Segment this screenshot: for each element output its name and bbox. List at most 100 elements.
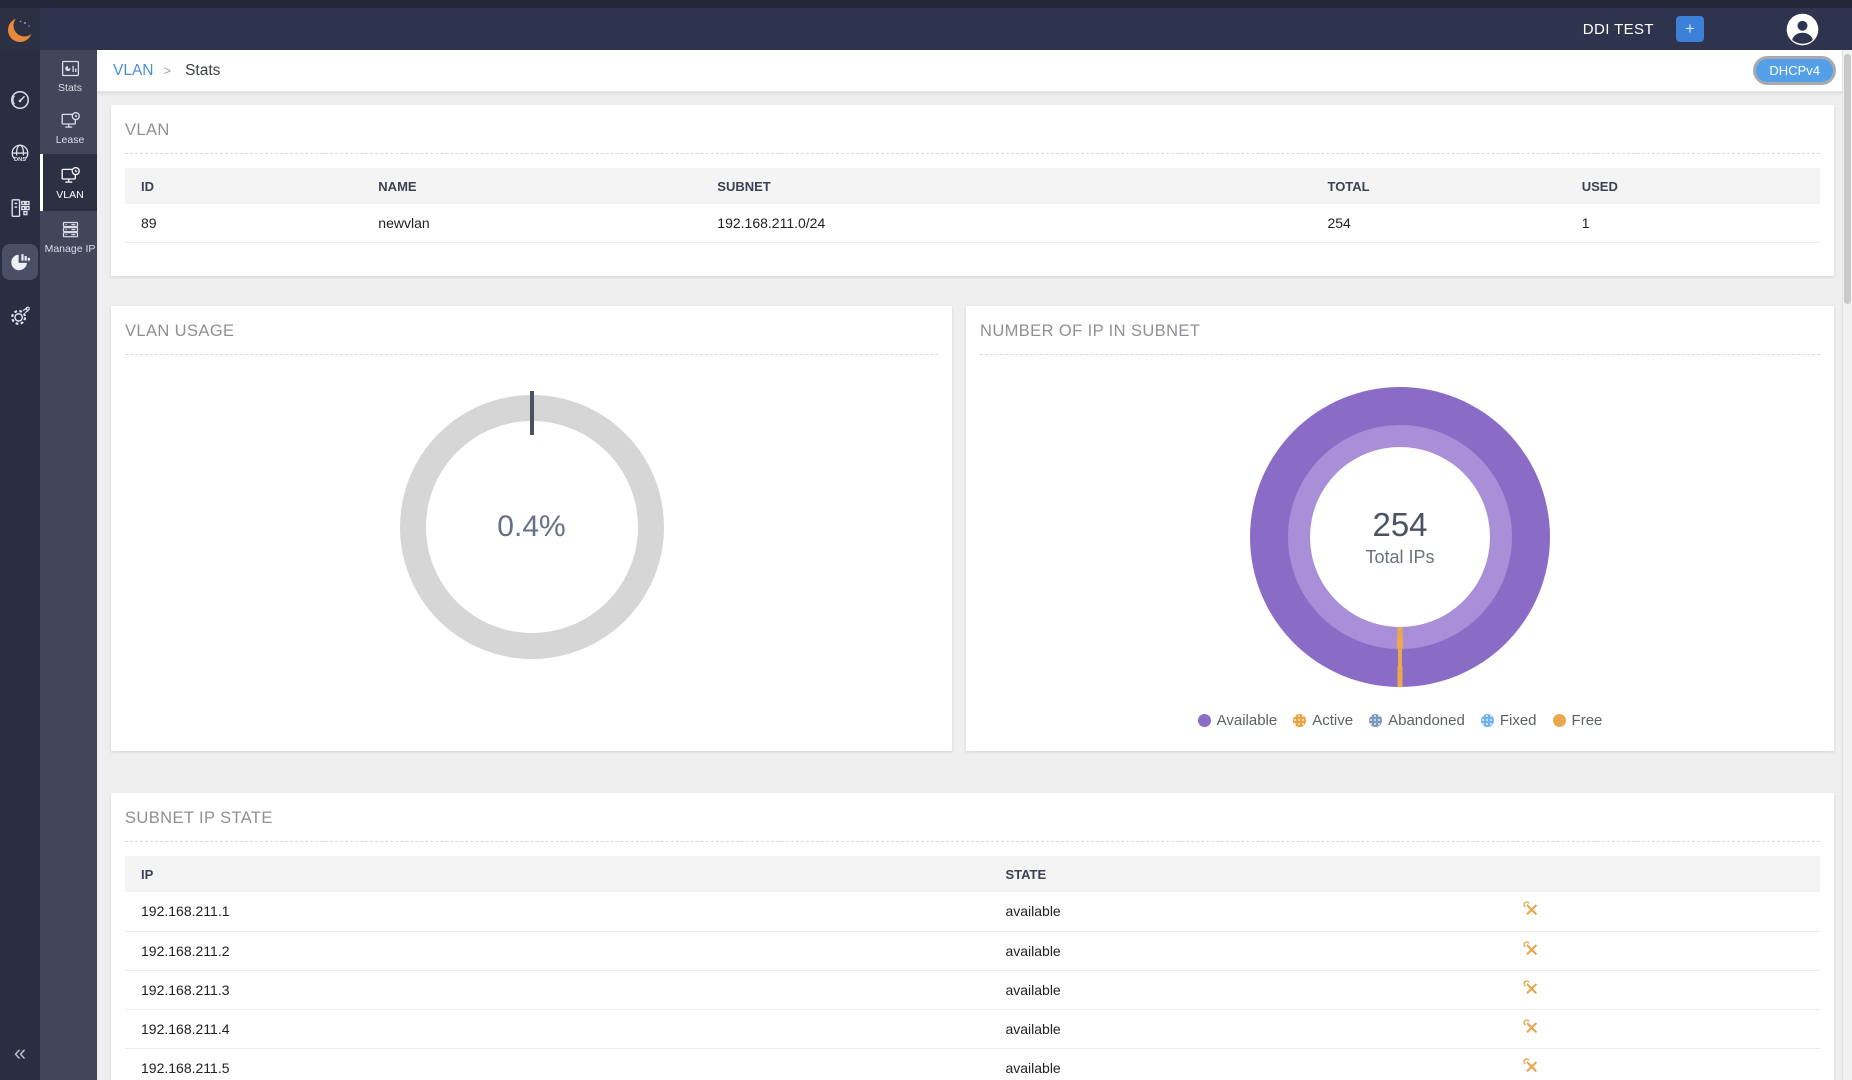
row-actions[interactable]	[1464, 1009, 1600, 1048]
ip-count-card-title: NUMBER OF IP IN SUBNET	[980, 306, 1820, 341]
main-content: VLAN > Stats DHCPv4 VLAN ID NAME SUBNET …	[97, 50, 1852, 1080]
vlan-table: ID NAME SUBNET TOTAL USED 89 newvlan 192…	[125, 168, 1820, 243]
ipam-icon	[2, 190, 38, 226]
sidebar-item-vlan[interactable]: VLAN	[40, 154, 97, 211]
legend-label: Abandoned	[1388, 712, 1465, 729]
state-cell: available	[989, 1009, 1464, 1048]
table-row[interactable]: 192.168.211.4 available	[125, 1009, 1820, 1048]
vlan-card: VLAN ID NAME SUBNET TOTAL USED 89 newvla…	[111, 105, 1834, 276]
sidebar-item-label: Lease	[56, 134, 85, 146]
legend-label: Free	[1572, 712, 1603, 729]
table-header-row: ID NAME SUBNET TOTAL USED	[125, 168, 1820, 204]
state-cell: available	[989, 931, 1464, 970]
sidebar-item-stats-page[interactable]: Stats	[40, 50, 97, 102]
row-actions[interactable]	[1464, 931, 1600, 970]
vlan-name-cell: newvlan	[362, 204, 701, 242]
vlan-id-cell: 89	[125, 204, 362, 242]
subnet-ip-state-card: SUBNET IP STATE IP STATE 192.168.211.1 a…	[111, 793, 1834, 1080]
breadcrumb-separator: >	[164, 63, 172, 78]
column-header-subnet: SUBNET	[701, 168, 1311, 204]
page-scrollbar[interactable]	[1842, 50, 1852, 1080]
row-actions[interactable]	[1464, 892, 1600, 931]
donut-legend: Available Active Abandoned Fixed	[980, 712, 1820, 729]
sidebar-item-dns[interactable]: DNS	[0, 134, 40, 174]
legend-item-active[interactable]: Active	[1293, 712, 1353, 729]
secondary-sidebar: Stats Lease	[40, 50, 97, 1080]
column-header-used: USED	[1566, 168, 1820, 204]
sidebar-item-settings[interactable]	[0, 296, 40, 336]
tools-icon[interactable]	[1523, 1019, 1540, 1036]
state-cell: available	[989, 892, 1464, 931]
usage-card-title: VLAN USAGE	[125, 306, 938, 341]
ip-cell: 192.168.211.3	[125, 970, 989, 1009]
ip-donut-chart: 254 Total IPs	[1250, 387, 1550, 687]
tools-icon[interactable]	[1523, 901, 1540, 918]
column-header-name: NAME	[362, 168, 701, 204]
legend-item-available[interactable]: Available	[1198, 712, 1278, 729]
column-header-ip: IP	[125, 856, 989, 892]
ip-cell: 192.168.211.1	[125, 892, 989, 931]
brand-logo-icon[interactable]	[6, 14, 36, 44]
legend-dot-available	[1198, 714, 1211, 727]
sidebar-item-ipam[interactable]	[0, 188, 40, 228]
breadcrumb: VLAN > Stats DHCPv4	[97, 50, 1852, 92]
sidebar-item-stats[interactable]	[0, 242, 40, 282]
state-cell: available	[989, 970, 1464, 1009]
breadcrumb-parent-link[interactable]: VLAN	[113, 62, 154, 80]
legend-item-fixed[interactable]: Fixed	[1481, 712, 1537, 729]
table-row[interactable]: 192.168.211.3 available	[125, 970, 1820, 1009]
top-strip	[0, 0, 1852, 8]
dashboard-icon	[2, 82, 38, 118]
tools-icon[interactable]	[1523, 1058, 1540, 1075]
legend-dot-active	[1293, 714, 1306, 727]
tools-icon[interactable]	[1523, 980, 1540, 997]
table-row[interactable]: 192.168.211.2 available	[125, 931, 1820, 970]
ip-cell: 192.168.211.2	[125, 931, 989, 970]
row-actions[interactable]	[1464, 1048, 1600, 1080]
donut-total-value: 254	[1372, 506, 1427, 544]
legend-dot-fixed	[1481, 714, 1494, 727]
legend-item-free[interactable]: Free	[1553, 712, 1603, 729]
breadcrumb-current: Stats	[185, 62, 220, 80]
legend-dot-free	[1553, 714, 1566, 727]
column-header-state: STATE	[989, 856, 1464, 892]
sidebar-item-label: VLAN	[56, 189, 83, 201]
sidebar-collapse-button[interactable]: «	[0, 1040, 40, 1066]
sidebar-item-dashboard[interactable]	[0, 80, 40, 120]
vlan-subnet-cell: 192.168.211.0/24	[701, 204, 1311, 242]
table-row[interactable]: 192.168.211.5 available	[125, 1048, 1820, 1080]
dns-globe-icon: DNS	[2, 136, 38, 172]
svg-text:DNS: DNS	[14, 157, 26, 163]
gauge-value: 0.4%	[426, 421, 638, 633]
user-avatar-icon[interactable]	[1786, 13, 1819, 46]
stats-chart-icon	[60, 58, 81, 79]
vlan-used-cell: 1	[1566, 204, 1820, 242]
settings-gear-icon	[2, 298, 38, 334]
column-header-id: ID	[125, 168, 362, 204]
vlan-card-title: VLAN	[125, 105, 1820, 140]
ip-cell: 192.168.211.4	[125, 1009, 989, 1048]
sidebar-item-manage-ip[interactable]: Manage IP	[40, 211, 97, 263]
legend-label: Fixed	[1500, 712, 1537, 729]
org-name: DDI TEST	[1583, 21, 1654, 38]
sidebar-item-label: Stats	[58, 82, 82, 94]
vlan-usage-gauge: 0.4%	[400, 395, 664, 659]
app-root: DDI TEST +	[0, 0, 1852, 1080]
legend-item-abandoned[interactable]: Abandoned	[1369, 712, 1465, 729]
stats-pie-icon	[2, 244, 38, 280]
table-row[interactable]: 89 newvlan 192.168.211.0/24 254 1	[125, 204, 1820, 242]
table-header-row: IP STATE	[125, 856, 1820, 892]
vlan-total-cell: 254	[1311, 204, 1565, 242]
legend-label: Available	[1217, 712, 1278, 729]
tools-icon[interactable]	[1523, 941, 1540, 958]
scrollbar-thumb[interactable]	[1844, 54, 1851, 304]
sidebar-item-lease[interactable]: Lease	[40, 102, 97, 154]
dhcp-version-badge[interactable]: DHCPv4	[1753, 56, 1836, 85]
legend-dot-abandoned	[1369, 714, 1382, 727]
table-row[interactable]: 192.168.211.1 available	[125, 892, 1820, 931]
column-header-spacer	[1600, 856, 1820, 892]
ip-count-card: NUMBER OF IP IN SUBNET 254 Total IPs Ava…	[966, 306, 1834, 751]
row-actions[interactable]	[1464, 970, 1600, 1009]
column-header-total: TOTAL	[1311, 168, 1565, 204]
add-button[interactable]: +	[1676, 16, 1704, 42]
